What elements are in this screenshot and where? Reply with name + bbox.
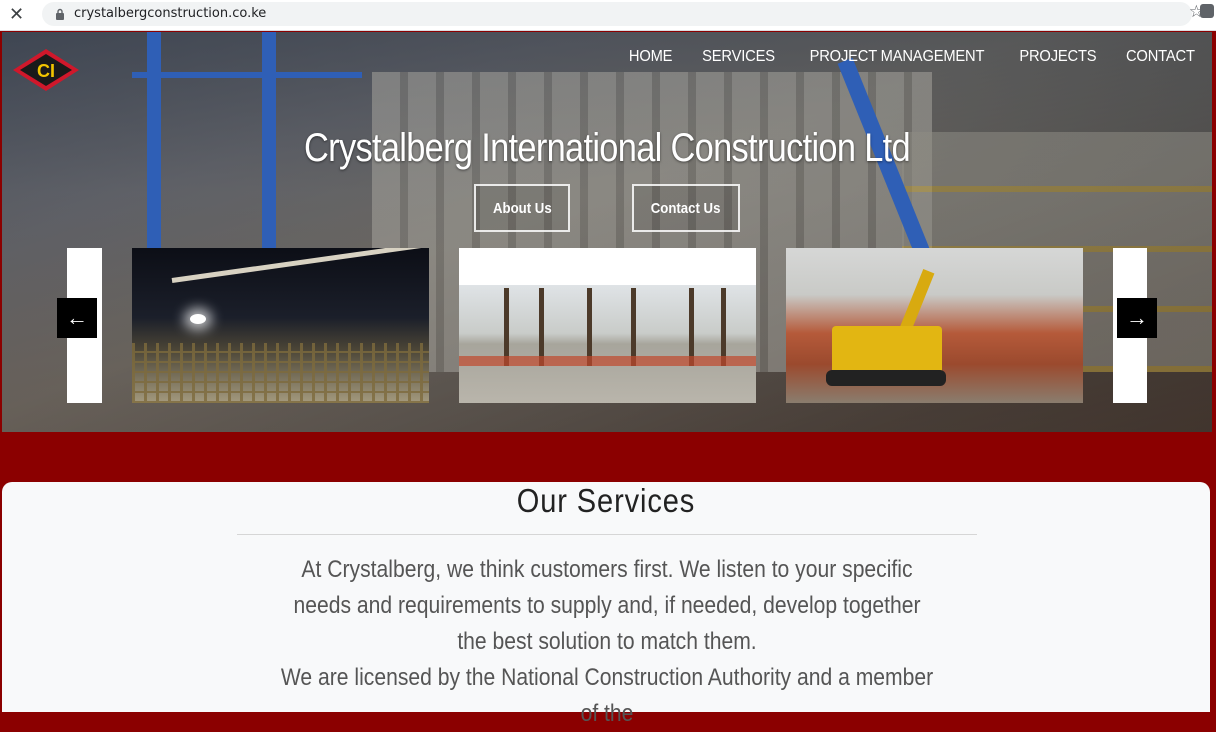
nav-projects[interactable]: PROJECTS bbox=[1019, 48, 1096, 66]
close-icon[interactable]: ✕ bbox=[9, 4, 24, 24]
divider bbox=[237, 534, 977, 535]
about-us-label: About Us bbox=[492, 199, 552, 217]
services-section: Our Services At Crystalberg, we think cu… bbox=[2, 482, 1210, 727]
concrete-pump-boom bbox=[171, 248, 429, 283]
rebar-grid bbox=[132, 343, 429, 403]
carousel-slide-excavator[interactable] bbox=[786, 248, 1083, 403]
services-paragraph: At Crystalberg, we think customers first… bbox=[293, 556, 921, 655]
hero-section: CI HOME SERVICES PROJECT MANAGEMENT PROJ… bbox=[2, 32, 1212, 432]
company-logo[interactable]: CI bbox=[12, 48, 80, 92]
floodlight bbox=[190, 314, 206, 324]
hero-title: Crystalberg International Construction L… bbox=[304, 126, 911, 170]
arrow-right-icon: → bbox=[1126, 305, 1148, 330]
carousel-slide-slab[interactable] bbox=[459, 248, 756, 403]
rebar-column bbox=[631, 288, 636, 366]
excavator-tracks bbox=[826, 370, 946, 386]
rebar-column bbox=[689, 288, 694, 366]
services-title: Our Services bbox=[516, 482, 696, 519]
nav-services[interactable]: SERVICES bbox=[702, 48, 775, 66]
background-crane-jib bbox=[132, 72, 362, 78]
rebar-column bbox=[539, 288, 544, 366]
url-text: crystalbergconstruction.co.ke bbox=[74, 6, 267, 21]
services-paragraph: We are licensed by the National Construc… bbox=[280, 664, 934, 727]
carousel-slide-night-pour[interactable] bbox=[132, 248, 429, 403]
about-us-button[interactable]: About Us bbox=[474, 184, 570, 232]
safety-rail bbox=[459, 356, 756, 366]
rebar-column bbox=[721, 288, 726, 366]
nav-project-management[interactable]: PROJECT MANAGEMENT bbox=[809, 48, 984, 66]
carousel-prev-button[interactable]: ← bbox=[57, 298, 97, 338]
logo-text: CI bbox=[37, 61, 55, 81]
puzzle-icon[interactable] bbox=[1200, 4, 1214, 18]
nav-contact[interactable]: CONTACT bbox=[1126, 48, 1195, 66]
rebar-column bbox=[587, 288, 592, 366]
services-description: At Crystalberg, we think customers first… bbox=[232, 552, 982, 732]
rebar-column bbox=[504, 288, 509, 366]
contact-us-button[interactable]: Contact Us bbox=[632, 184, 740, 232]
arrow-left-icon: ← bbox=[66, 305, 88, 330]
main-nav: HOME SERVICES PROJECT MANAGEMENT PROJECT… bbox=[627, 48, 1198, 66]
lock-icon bbox=[56, 8, 64, 20]
carousel-next-button[interactable]: → bbox=[1117, 298, 1157, 338]
address-bar[interactable]: crystalbergconstruction.co.ke bbox=[42, 2, 1192, 26]
nav-home[interactable]: HOME bbox=[629, 48, 673, 66]
browser-toolbar: ✕ crystalbergconstruction.co.ke ☆ bbox=[0, 0, 1216, 31]
excavator-body bbox=[832, 326, 942, 374]
contact-us-label: Contact Us bbox=[651, 199, 721, 217]
